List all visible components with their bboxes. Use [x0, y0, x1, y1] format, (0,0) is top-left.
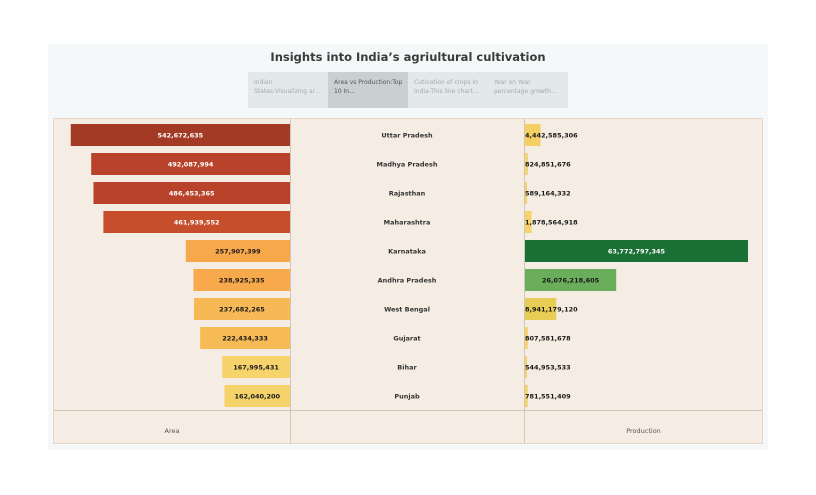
- story-tab-indian-states[interactable]: Indian States:Visualizing ar…: [248, 72, 328, 108]
- state-label: Rajasthan: [389, 190, 426, 198]
- story-tab-year-on-year[interactable]: Year on Year percentage growth of…: [488, 72, 568, 108]
- production-data-label: 8,941,179,120: [525, 306, 578, 314]
- x-axis-label-production: Production: [626, 427, 661, 435]
- area-data-label: 237,682,265: [219, 306, 265, 314]
- x-axis-label-area: Area: [164, 427, 180, 435]
- state-label: Madhya Pradesh: [377, 161, 438, 169]
- area-data-label: 162,040,200: [234, 393, 280, 401]
- production-data-label: 589,164,332: [525, 190, 571, 198]
- production-data-label: 1,878,564,918: [525, 219, 578, 227]
- area-data-label: 542,672,635: [158, 132, 204, 140]
- story-title: Insights into India’s agriultural cultiv…: [270, 50, 546, 64]
- production-data-label: 63,772,797,345: [608, 248, 666, 256]
- production-data-label: 781,551,409: [525, 393, 571, 401]
- production-data-label: 544,953,533: [525, 364, 571, 372]
- butterfly-chart: 542,672,635 Uttar Pradesh 4,442,585,306 492…: [70, 124, 748, 407]
- tab-label: Year on Year percentage growth of…: [494, 79, 551, 95]
- state-label: Karnataka: [388, 248, 426, 256]
- production-data-label: 807,581,678: [525, 335, 571, 343]
- tab-label: Cutivation of crops in India-This line c…: [414, 79, 478, 95]
- story-tab-cultivation-of-crops[interactable]: Cutivation of crops in India-This line c…: [408, 72, 488, 108]
- production-data-label: 824,851,676: [525, 161, 571, 169]
- state-label: Maharashtra: [384, 219, 431, 227]
- state-label: Uttar Pradesh: [381, 132, 433, 140]
- story-tabs: Indian States:Visualizing ar… Area vs Pr…: [248, 72, 568, 108]
- state-label: Punjab: [394, 393, 420, 401]
- tab-label: Area vs Production:Top 10 In…: [334, 79, 403, 95]
- production-data-label: 4,442,585,306: [525, 132, 578, 140]
- tab-label: Indian States:Visualizing ar…: [254, 79, 322, 95]
- area-data-label: 167,995,431: [233, 364, 279, 372]
- dashboard-panel: 542,672,635 Uttar Pradesh 4,442,585,306 492…: [53, 118, 763, 444]
- state-label: West Bengal: [384, 306, 430, 314]
- story-tab-area-vs-production[interactable]: Area vs Production:Top 10 In…: [328, 72, 408, 108]
- area-data-label: 222,434,333: [222, 335, 268, 343]
- area-data-label: 492,087,994: [168, 161, 214, 169]
- area-data-label: 461,939,552: [174, 219, 220, 227]
- production-data-label: 26,076,218,605: [542, 277, 600, 285]
- state-label: Bihar: [397, 364, 417, 372]
- area-data-label: 486,453,365: [169, 190, 215, 198]
- area-data-label: 257,907,399: [215, 248, 261, 256]
- state-label: Andhra Pradesh: [378, 277, 437, 285]
- state-label: Gujarat: [393, 335, 420, 343]
- area-data-label: 238,925,335: [219, 277, 265, 285]
